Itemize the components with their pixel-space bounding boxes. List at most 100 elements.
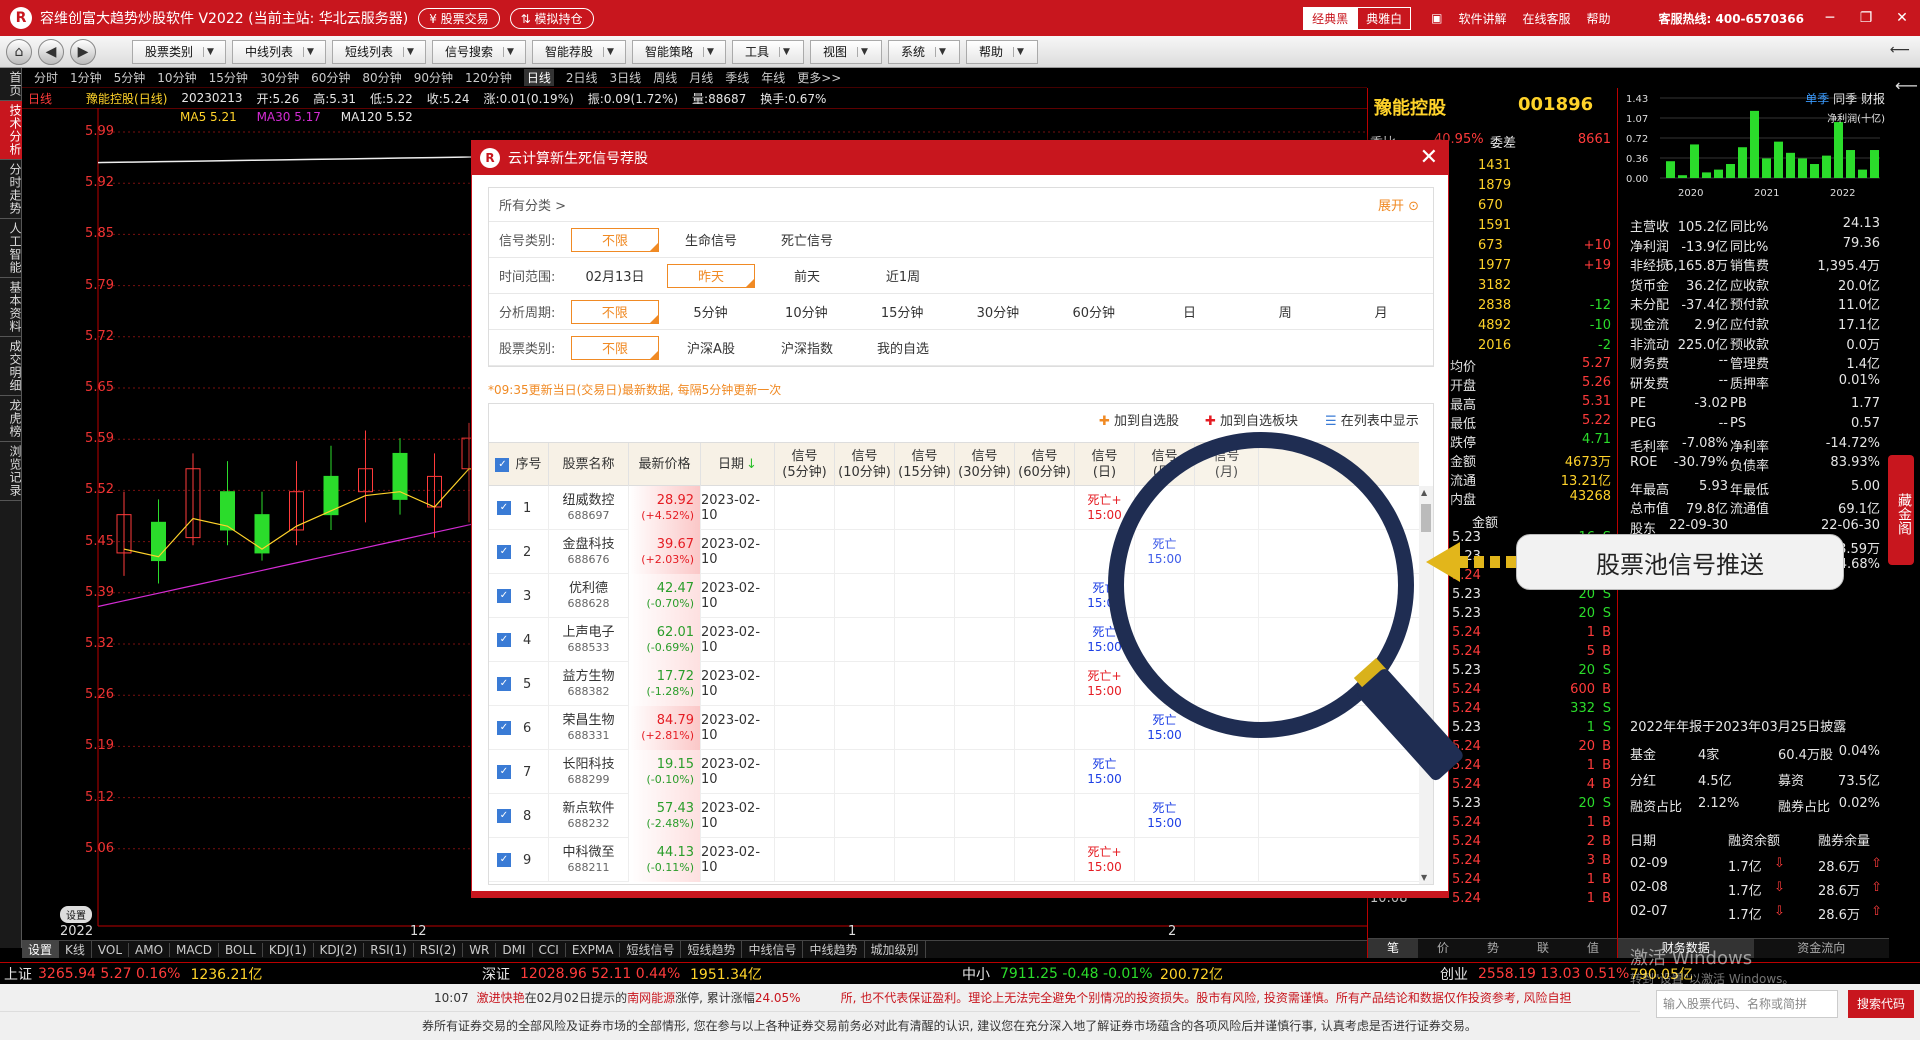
chart-settings-button[interactable]: 设置 xyxy=(60,906,92,923)
stock-name-cell[interactable]: 长阳科技 688299 xyxy=(549,750,629,794)
tab-shi[interactable]: 势 xyxy=(1468,939,1518,958)
row-checkbox[interactable]: ✓ xyxy=(497,721,511,735)
indicator-tab[interactable]: MACD xyxy=(170,942,220,957)
forward-icon[interactable]: ▶ xyxy=(70,38,96,65)
column-header[interactable]: 信号 (10分钟) xyxy=(835,443,895,487)
select-all-checkbox[interactable]: ✓ xyxy=(495,458,510,472)
tab-lian[interactable]: 联 xyxy=(1518,939,1568,958)
link-tutorial[interactable]: 软件讲解 xyxy=(1458,10,1506,27)
indicator-tab[interactable]: K线 xyxy=(59,941,92,958)
tab-bi[interactable]: 笔 xyxy=(1368,939,1418,958)
indicator-tab[interactable]: KDJ(1) xyxy=(263,942,314,957)
signal-day[interactable]: 死亡+ 15:00 xyxy=(1087,845,1122,875)
stock-trade-button[interactable]: ¥ 股票交易 xyxy=(418,7,500,29)
filter-option[interactable]: 30分钟 xyxy=(954,300,1042,324)
period-60m[interactable]: 60分钟 xyxy=(311,69,350,86)
period-year[interactable]: 年线 xyxy=(761,69,785,86)
indicator-tab[interactable]: 短线趋势 xyxy=(681,941,743,958)
stock-name-cell[interactable]: 新点软件 688232 xyxy=(549,794,629,838)
menu-short-list[interactable]: 短线列表 ▼ xyxy=(332,39,426,64)
indicator-tab[interactable]: 中线信号 xyxy=(742,941,804,958)
tab-zhi[interactable]: 值 xyxy=(1568,939,1618,958)
row-checkbox[interactable]: ✓ xyxy=(497,809,511,823)
column-header[interactable]: 最新价格 xyxy=(629,443,701,487)
sim-position-button[interactable]: ⇅ 模拟持仓 xyxy=(509,7,594,29)
period-2day[interactable]: 2日线 xyxy=(566,69,598,86)
indicator-tab[interactable]: BOLL xyxy=(219,942,263,957)
period-day[interactable]: 日线 xyxy=(523,69,554,86)
scroll-down-icon[interactable]: ▼ xyxy=(1421,873,1427,882)
period-5m[interactable]: 5分钟 xyxy=(114,69,146,86)
stock-name-cell[interactable]: 纽威数控 688697 xyxy=(549,486,629,530)
maximize-icon[interactable]: ❐ xyxy=(1848,10,1884,26)
tab-jia[interactable]: 价 xyxy=(1418,939,1468,958)
filter-option[interactable]: 我的自选 xyxy=(859,336,947,360)
indicator-tab[interactable]: 城加级别 xyxy=(865,941,926,958)
period-month[interactable]: 月线 xyxy=(689,69,713,86)
show-in-list-button[interactable]: ☰ 在列表中显示 xyxy=(1325,410,1419,429)
minimize-icon[interactable]: ─ xyxy=(1812,10,1848,26)
row-checkbox[interactable]: ✓ xyxy=(497,677,511,691)
column-header[interactable]: ✓ 序号 xyxy=(489,443,549,487)
fin-tab-same[interactable]: 同季 xyxy=(1833,92,1857,106)
column-header[interactable]: 信号 (30分钟) xyxy=(955,443,1015,487)
indicator-tab[interactable]: EXPMA xyxy=(566,942,621,957)
link-help[interactable]: 帮助 xyxy=(1587,10,1611,27)
period-120m[interactable]: 120分钟 xyxy=(465,69,512,86)
fin-tab-report[interactable]: 财报 xyxy=(1861,92,1885,106)
left-tab-home[interactable]: 首页 xyxy=(0,68,22,101)
signal-day[interactable]: 死亡+ 15:00 xyxy=(1087,493,1122,523)
signal-week[interactable]: 死亡 15:00 xyxy=(1147,801,1182,831)
row-checkbox[interactable]: ✓ xyxy=(497,633,511,647)
filter-option[interactable]: 不限 xyxy=(571,227,659,252)
filter-option[interactable]: 10分钟 xyxy=(762,300,850,324)
stock-name-cell[interactable]: 益方生物 688382 xyxy=(549,662,629,706)
search-button[interactable]: 搜索代码 xyxy=(1848,990,1914,1018)
scroll-thumb[interactable] xyxy=(1421,504,1431,532)
expand-button[interactable]: 展开 ⊙ xyxy=(1378,195,1419,214)
video-icon[interactable]: ▣ xyxy=(1431,11,1442,25)
stock-name-cell[interactable]: 金盘科技 688676 xyxy=(549,530,629,574)
link-online-service[interactable]: 在线客服 xyxy=(1523,10,1571,27)
filter-option[interactable]: 02月13日 xyxy=(571,264,659,288)
left-tab-history[interactable]: 浏览记录 xyxy=(0,442,22,501)
dialog-close-icon[interactable]: ✕ xyxy=(1420,145,1438,170)
filter-option[interactable]: 生命信号 xyxy=(667,228,755,252)
stock-name-cell[interactable]: 中科微至 688211 xyxy=(549,838,629,882)
menu-view[interactable]: 视图 ▼ xyxy=(810,39,882,64)
column-header[interactable]: 信号 (15分钟) xyxy=(895,443,955,487)
column-header[interactable]: 信号 (日) xyxy=(1075,443,1135,487)
indicator-tab[interactable]: DMI xyxy=(496,942,533,957)
stock-name-cell[interactable]: 优利德 688628 xyxy=(549,574,629,618)
period-fenshi[interactable]: 分时 xyxy=(34,69,58,86)
menu-smart-pick[interactable]: 智能荐股 ▼ xyxy=(532,39,626,64)
collapse-icon[interactable]: ⟵ xyxy=(1890,42,1910,58)
period-15m[interactable]: 15分钟 xyxy=(209,69,248,86)
filter-option[interactable]: 月 xyxy=(1337,300,1425,324)
column-header[interactable]: 信号 (60分钟) xyxy=(1015,443,1075,487)
menu-stock-category[interactable]: 股票类别 ▼ xyxy=(132,39,226,64)
row-checkbox[interactable]: ✓ xyxy=(497,501,511,515)
indicator-tab[interactable]: KDJ(2) xyxy=(314,942,365,957)
filter-option[interactable]: 5分钟 xyxy=(667,300,755,324)
period-80m[interactable]: 80分钟 xyxy=(362,69,401,86)
menu-help[interactable]: 帮助 ▼ xyxy=(966,39,1038,64)
row-checkbox[interactable]: ✓ xyxy=(497,765,511,779)
left-tab-detail[interactable]: 成交明细 xyxy=(0,337,22,396)
filter-option[interactable]: 沪深A股 xyxy=(667,336,755,360)
indicator-tab[interactable]: RSI(2) xyxy=(414,942,464,957)
indicator-tab[interactable]: VOL xyxy=(92,942,130,957)
filter-option[interactable]: 前天 xyxy=(763,264,851,288)
period-week[interactable]: 周线 xyxy=(653,69,677,86)
home-icon[interactable]: ⌂ xyxy=(6,38,32,65)
menu-tools[interactable]: 工具 ▼ xyxy=(732,39,804,64)
left-tab-ai[interactable]: 人工智能 xyxy=(0,219,22,278)
tab-money-flow[interactable]: 资金流向 xyxy=(1754,939,1890,958)
menu-system[interactable]: 系统 ▼ xyxy=(888,39,960,64)
side-badge[interactable]: 藏金阁 xyxy=(1888,455,1914,565)
filter-option[interactable]: 死亡信号 xyxy=(763,228,851,252)
row-checkbox[interactable]: ✓ xyxy=(497,589,511,603)
column-header[interactable]: 信号 (5分钟) xyxy=(775,443,835,487)
left-tab-dragon[interactable]: 龙虎榜 xyxy=(0,396,22,442)
filter-option[interactable]: 周 xyxy=(1241,300,1329,324)
